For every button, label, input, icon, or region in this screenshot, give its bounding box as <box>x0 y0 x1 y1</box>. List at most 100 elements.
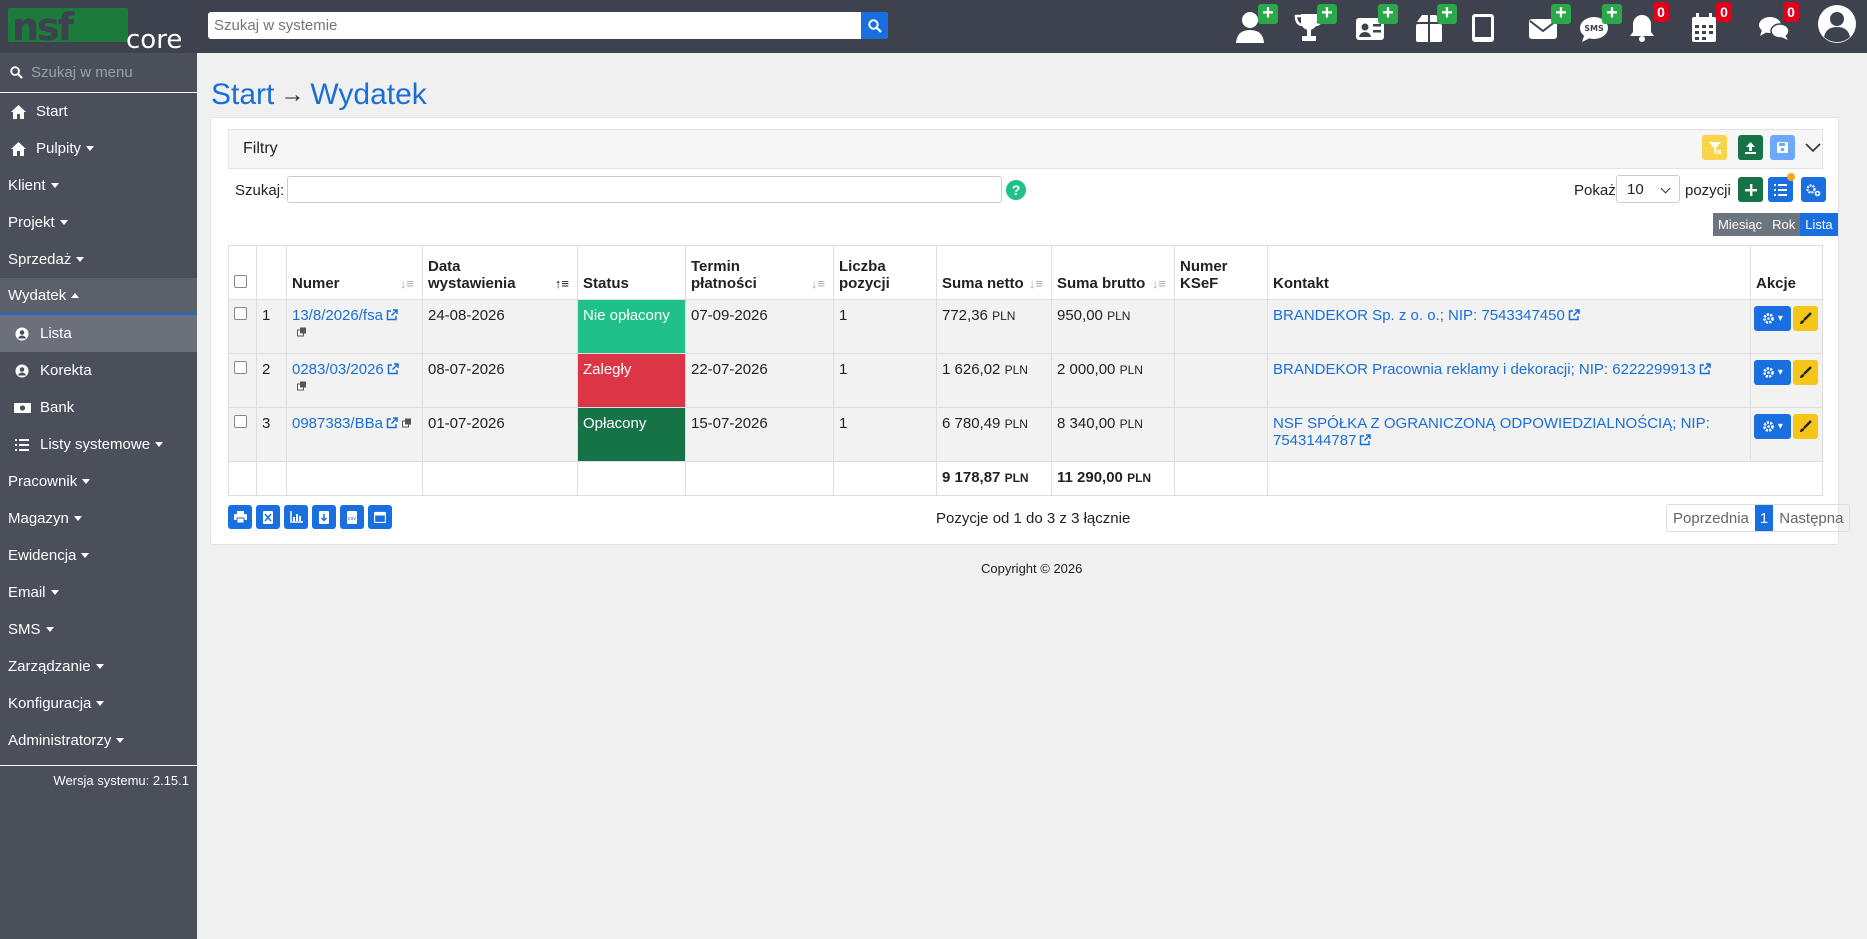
external-link-icon[interactable] <box>383 307 398 324</box>
row-settings-dropdown[interactable]: ▾ <box>1754 306 1791 331</box>
sidebar-item-pulpity[interactable]: Pulpity <box>0 130 197 167</box>
copy-icon[interactable] <box>297 381 307 394</box>
show-label: Pokaż <box>1574 182 1616 199</box>
print-icon <box>233 511 247 523</box>
header-data[interactable]: Data wystawienia ↑≡ <box>422 245 578 300</box>
row-checkbox[interactable] <box>234 361 247 374</box>
external-link-icon[interactable] <box>383 415 398 432</box>
row-checkbox[interactable] <box>234 307 247 320</box>
row-checkbox[interactable] <box>234 415 247 428</box>
sidebar-item-email[interactable]: Email <box>0 574 197 611</box>
row-edit-button[interactable] <box>1793 306 1818 331</box>
sidebar-item-sprzedaż[interactable]: Sprzedaż <box>0 241 197 278</box>
add-contact-card-button[interactable]: + <box>1354 3 1398 48</box>
next-page-button[interactable]: Następna <box>1773 505 1849 531</box>
breadcrumb-current[interactable]: Wydatek <box>310 78 426 112</box>
row-settings-dropdown[interactable]: ▾ <box>1754 360 1791 385</box>
header-brutto[interactable]: Suma brutto ↓≡ <box>1051 245 1175 300</box>
page-size-select[interactable]: 10 <box>1616 175 1680 203</box>
nsf-core-logo[interactable]: nsf core <box>4 4 194 50</box>
tablet-button[interactable] <box>1470 8 1510 48</box>
contact-link[interactable]: BRANDEKOR Pracownia reklamy i dekoracji;… <box>1273 361 1696 378</box>
help-icon[interactable]: ? <box>1006 180 1026 200</box>
row-brutto: 8 340,00 PLN <box>1051 407 1175 462</box>
header-numer[interactable]: Numer ↓≡ <box>286 245 423 300</box>
add-project-button[interactable]: + <box>1293 3 1337 48</box>
row-edit-button[interactable] <box>1793 360 1818 385</box>
contact-link[interactable]: BRANDEKOR Sp. z o. o.; NIP: 7543347450 <box>1273 307 1565 324</box>
breadcrumb-start[interactable]: Start <box>211 78 274 112</box>
row-edit-button[interactable] <box>1793 414 1818 439</box>
row-data: 08-07-2026 <box>422 353 578 408</box>
clear-filters-button[interactable] <box>1702 135 1727 160</box>
collapse-filters-button[interactable] <box>1800 135 1825 160</box>
calendar-button[interactable]: 0 <box>1690 2 1732 48</box>
notifications-button[interactable]: 0 <box>1627 2 1669 48</box>
sidebar-item-korekta[interactable]: Korekta <box>0 352 197 389</box>
sidebar-item-listy-systemowe[interactable]: Listy systemowe <box>0 426 197 463</box>
header-status[interactable]: Status <box>577 245 686 300</box>
copy-icon[interactable] <box>402 418 412 431</box>
sidebar-item-start[interactable]: Start <box>0 93 197 130</box>
invoice-number-link[interactable]: 0987383/BBa <box>292 415 383 432</box>
view-list-button[interactable]: Lista <box>1800 213 1838 236</box>
sidebar-item-klient[interactable]: Klient <box>0 167 197 204</box>
user-profile-button[interactable] <box>1817 4 1857 44</box>
header-liczba[interactable]: Liczba pozycji <box>833 245 937 300</box>
sidebar-item-wydatek[interactable]: Wydatek <box>0 278 197 315</box>
external-link-icon[interactable] <box>1565 307 1580 324</box>
messages-button[interactable]: 0 <box>1757 2 1799 48</box>
table-search-input[interactable] <box>287 176 1002 203</box>
download-button[interactable] <box>312 505 336 529</box>
save-filters-button[interactable] <box>1770 135 1795 160</box>
add-email-button[interactable]: + <box>1527 3 1571 48</box>
export-excel-button[interactable] <box>256 505 280 529</box>
header-termin[interactable]: Termin płatności ↓≡ <box>685 245 834 300</box>
export-chart-button[interactable] <box>284 505 308 529</box>
external-link-icon[interactable] <box>1696 361 1711 378</box>
external-link-icon[interactable] <box>1356 432 1372 449</box>
header-netto[interactable]: Suma netto ↓≡ <box>936 245 1052 300</box>
row-settings-dropdown[interactable]: ▾ <box>1754 414 1791 439</box>
sidebar-item-magazyn[interactable]: Magazyn <box>0 500 197 537</box>
prev-page-button[interactable]: Poprzednia <box>1667 505 1755 531</box>
row-numer-cell: 0987383/BBa <box>286 407 423 462</box>
invoice-number-link[interactable]: 0283/03/2026 <box>292 361 384 378</box>
sidebar-item-pracownik[interactable]: Pracownik <box>0 463 197 500</box>
sidebar-item-sms[interactable]: SMS <box>0 611 197 648</box>
select-all-checkbox[interactable] <box>234 275 247 288</box>
contact-link[interactable]: NSF SPÓŁKA Z OGRANICZONĄ ODPOWIEDZIALNOŚ… <box>1273 415 1710 449</box>
print-button[interactable] <box>228 505 252 529</box>
sidebar-item-konfiguracja[interactable]: Konfiguracja <box>0 685 197 722</box>
export-filters-button[interactable] <box>1738 135 1763 160</box>
header-ksef[interactable]: Numer KSeF <box>1174 245 1268 300</box>
search-button[interactable] <box>861 12 888 39</box>
sidebar-item-label: SMS <box>8 621 41 638</box>
sidebar-item-lista[interactable]: Lista <box>0 315 197 352</box>
columns-list-button[interactable] <box>1768 173 1795 202</box>
invoice-number-link[interactable]: 13/8/2026/fsa <box>292 307 383 324</box>
add-expense-button[interactable] <box>1738 177 1763 202</box>
sidebar-item-zarządzanie[interactable]: Zarządzanie <box>0 648 197 685</box>
page-1-button[interactable]: 1 <box>1754 505 1774 531</box>
caret-down-icon <box>86 146 95 151</box>
global-search-input[interactable] <box>208 12 858 39</box>
add-client-button[interactable]: + <box>1234 3 1278 48</box>
caret-down-icon <box>50 183 59 188</box>
view-year-button[interactable]: Rok <box>1767 213 1801 236</box>
sidebar-item-projekt[interactable]: Projekt <box>0 204 197 241</box>
sidebar-item-administratorzy[interactable]: Administratorzy <box>0 722 197 759</box>
calendar-export-button[interactable] <box>368 505 392 529</box>
header-kontakt[interactable]: Kontakt <box>1267 245 1751 300</box>
menu-search-input[interactable] <box>31 64 191 81</box>
copy-icon[interactable] <box>297 327 307 340</box>
table-settings-button[interactable] <box>1801 177 1826 202</box>
filters-header[interactable]: Filtry <box>228 129 1823 169</box>
sidebar-item-ewidencja[interactable]: Ewidencja <box>0 537 197 574</box>
view-month-button[interactable]: Miesiąc <box>1713 213 1768 236</box>
export-csv-button[interactable]: csv <box>340 505 364 529</box>
add-product-button[interactable]: + <box>1413 3 1457 48</box>
external-link-icon[interactable] <box>384 361 399 378</box>
add-sms-button[interactable]: SMS + <box>1578 3 1622 48</box>
sidebar-item-bank[interactable]: Bank <box>0 389 197 426</box>
